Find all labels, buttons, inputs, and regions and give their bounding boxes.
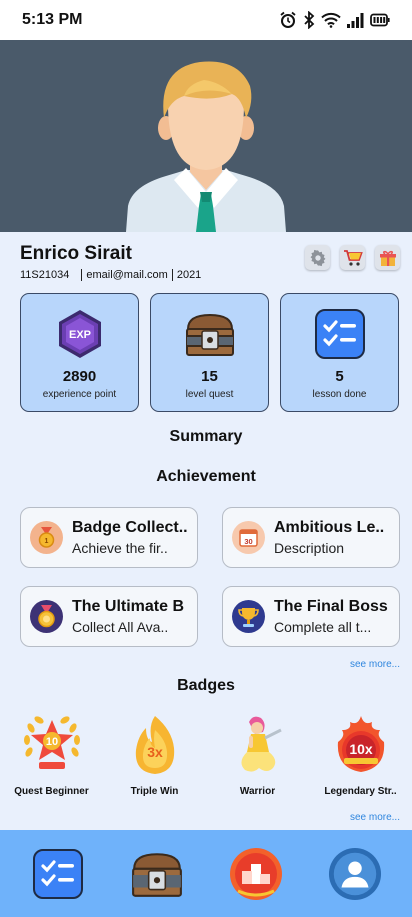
trophy-icon (232, 600, 265, 633)
achievement-text: The Ultimate B Collect All Ava.. (72, 598, 184, 635)
achievement-text: Badge Collect.. Achieve the fir.. (72, 519, 188, 556)
treasure-chest-icon (131, 852, 182, 897)
shop-button[interactable] (340, 245, 365, 270)
wifi-icon (321, 12, 341, 28)
experience-value: 2890 (62, 368, 97, 385)
fire-badge-icon: 10x (326, 712, 396, 780)
badge-item[interactable]: 3x Triple Win (103, 712, 206, 797)
achievement-title: The Ultimate B (72, 598, 185, 615)
nav-profile-button[interactable] (328, 847, 382, 901)
badges-heading: Badges (177, 677, 235, 694)
exp-hexagon-icon: EXP (54, 308, 106, 360)
flame-badge-icon: 3x (120, 712, 190, 780)
profile-avatar-illustration (0, 40, 412, 232)
badge-label: Triple Win (130, 786, 179, 797)
warrior-figure-icon (223, 712, 293, 780)
achievement-description: Achieve the fir.. (72, 540, 168, 556)
user-avatar-icon (328, 847, 381, 900)
badge-number: 10 (45, 736, 57, 748)
achievement-text: The Final Boss Complete all t... (274, 598, 388, 635)
stat-card-experience[interactable]: EXP 2890 experience point (20, 293, 139, 412)
see-more-badges-link[interactable]: see more... (350, 812, 400, 823)
bluetooth-icon (304, 11, 315, 29)
nav-lessons-button[interactable] (31, 847, 85, 901)
treasure-chest-icon (184, 308, 236, 360)
level-quest-label: level quest (185, 389, 234, 400)
meta-divider (171, 269, 173, 281)
nav-quests-button[interactable] (130, 847, 184, 901)
achievement-card[interactable]: 30 Ambitious Le.. Description (222, 507, 400, 568)
badge-number: 10x (349, 741, 373, 757)
settings-button[interactable] (305, 245, 330, 270)
shopping-cart-icon (343, 249, 363, 266)
achievement-title: Badge Collect.. (72, 519, 188, 536)
badge-number: 3x (147, 744, 163, 760)
stat-card-lessons[interactable]: 5 lesson done (280, 293, 399, 412)
status-icons (279, 11, 390, 29)
bottom-navigation (0, 830, 412, 917)
laurel-star-badge-icon: 10 (17, 712, 87, 780)
calendar-number: 30 (244, 537, 252, 546)
achievement-title: The Final Boss (274, 598, 388, 615)
calendar-30-icon: 30 (232, 521, 265, 554)
svg-text:1: 1 (45, 538, 49, 545)
profile-year: 2021 (176, 269, 202, 281)
badge-label: Quest Beginner (14, 786, 89, 797)
achievement-title: Ambitious Le.. (274, 519, 385, 536)
profile-email: email@mail.com (86, 269, 168, 281)
badge-label: Warrior (239, 786, 276, 797)
status-time: 5:13 PM (22, 11, 83, 28)
quick-actions (305, 245, 400, 270)
alarm-icon (280, 11, 296, 28)
signal-icon (347, 12, 364, 28)
exp-icon-label: EXP (68, 329, 90, 341)
lessons-value: 5 (335, 368, 344, 385)
checklist-icon (314, 308, 366, 360)
gear-icon (310, 249, 325, 266)
achievement-card[interactable]: The Ultimate B Collect All Ava.. (20, 586, 198, 647)
profile-hero-banner (0, 40, 412, 232)
student-id: 11S21034 (20, 269, 70, 281)
gift-button[interactable] (375, 245, 400, 270)
achievement-description: Description (274, 540, 345, 556)
stats-row: EXP 2890 experience point 15 level quest (20, 293, 400, 412)
achievement-card[interactable]: 1 Badge Collect.. Achieve the fir.. (20, 507, 198, 568)
status-bar: 5:13 PM (0, 0, 412, 40)
checklist-icon (32, 848, 83, 899)
profile-meta: 11S21034 email@mail.com 2021 (20, 269, 392, 281)
see-more-achievements-link[interactable]: see more... (350, 659, 400, 670)
level-quest-value: 15 (201, 368, 218, 385)
badge-item[interactable]: 10x Legendary Str.. (309, 712, 412, 797)
badges-row: 10 Quest Beginner 3x Triple Win Warrior … (0, 712, 412, 797)
achievement-description: Complete all t... (274, 619, 372, 635)
achievement-heading: Achievement (156, 468, 256, 485)
lessons-label: lesson done (312, 389, 367, 400)
ribbon-medal-icon (30, 600, 63, 633)
experience-label: experience point (42, 389, 117, 400)
podium-icon (229, 847, 282, 900)
gift-icon (379, 250, 396, 266)
stat-card-level-quest[interactable]: 15 level quest (150, 293, 269, 412)
badge-item[interactable]: Warrior (206, 712, 309, 797)
badge-label: Legendary Str.. (324, 786, 397, 797)
meta-divider (81, 269, 83, 281)
achievement-description: Collect All Ava.. (72, 619, 169, 635)
battery-icon (370, 13, 390, 27)
achievement-card[interactable]: The Final Boss Complete all t... (222, 586, 400, 647)
medal-icon: 1 (30, 521, 63, 554)
achievement-text: Ambitious Le.. Description (274, 519, 384, 556)
summary-heading: Summary (169, 428, 243, 445)
badge-item[interactable]: 10 Quest Beginner (0, 712, 103, 797)
nav-leaderboard-button[interactable] (229, 847, 283, 901)
